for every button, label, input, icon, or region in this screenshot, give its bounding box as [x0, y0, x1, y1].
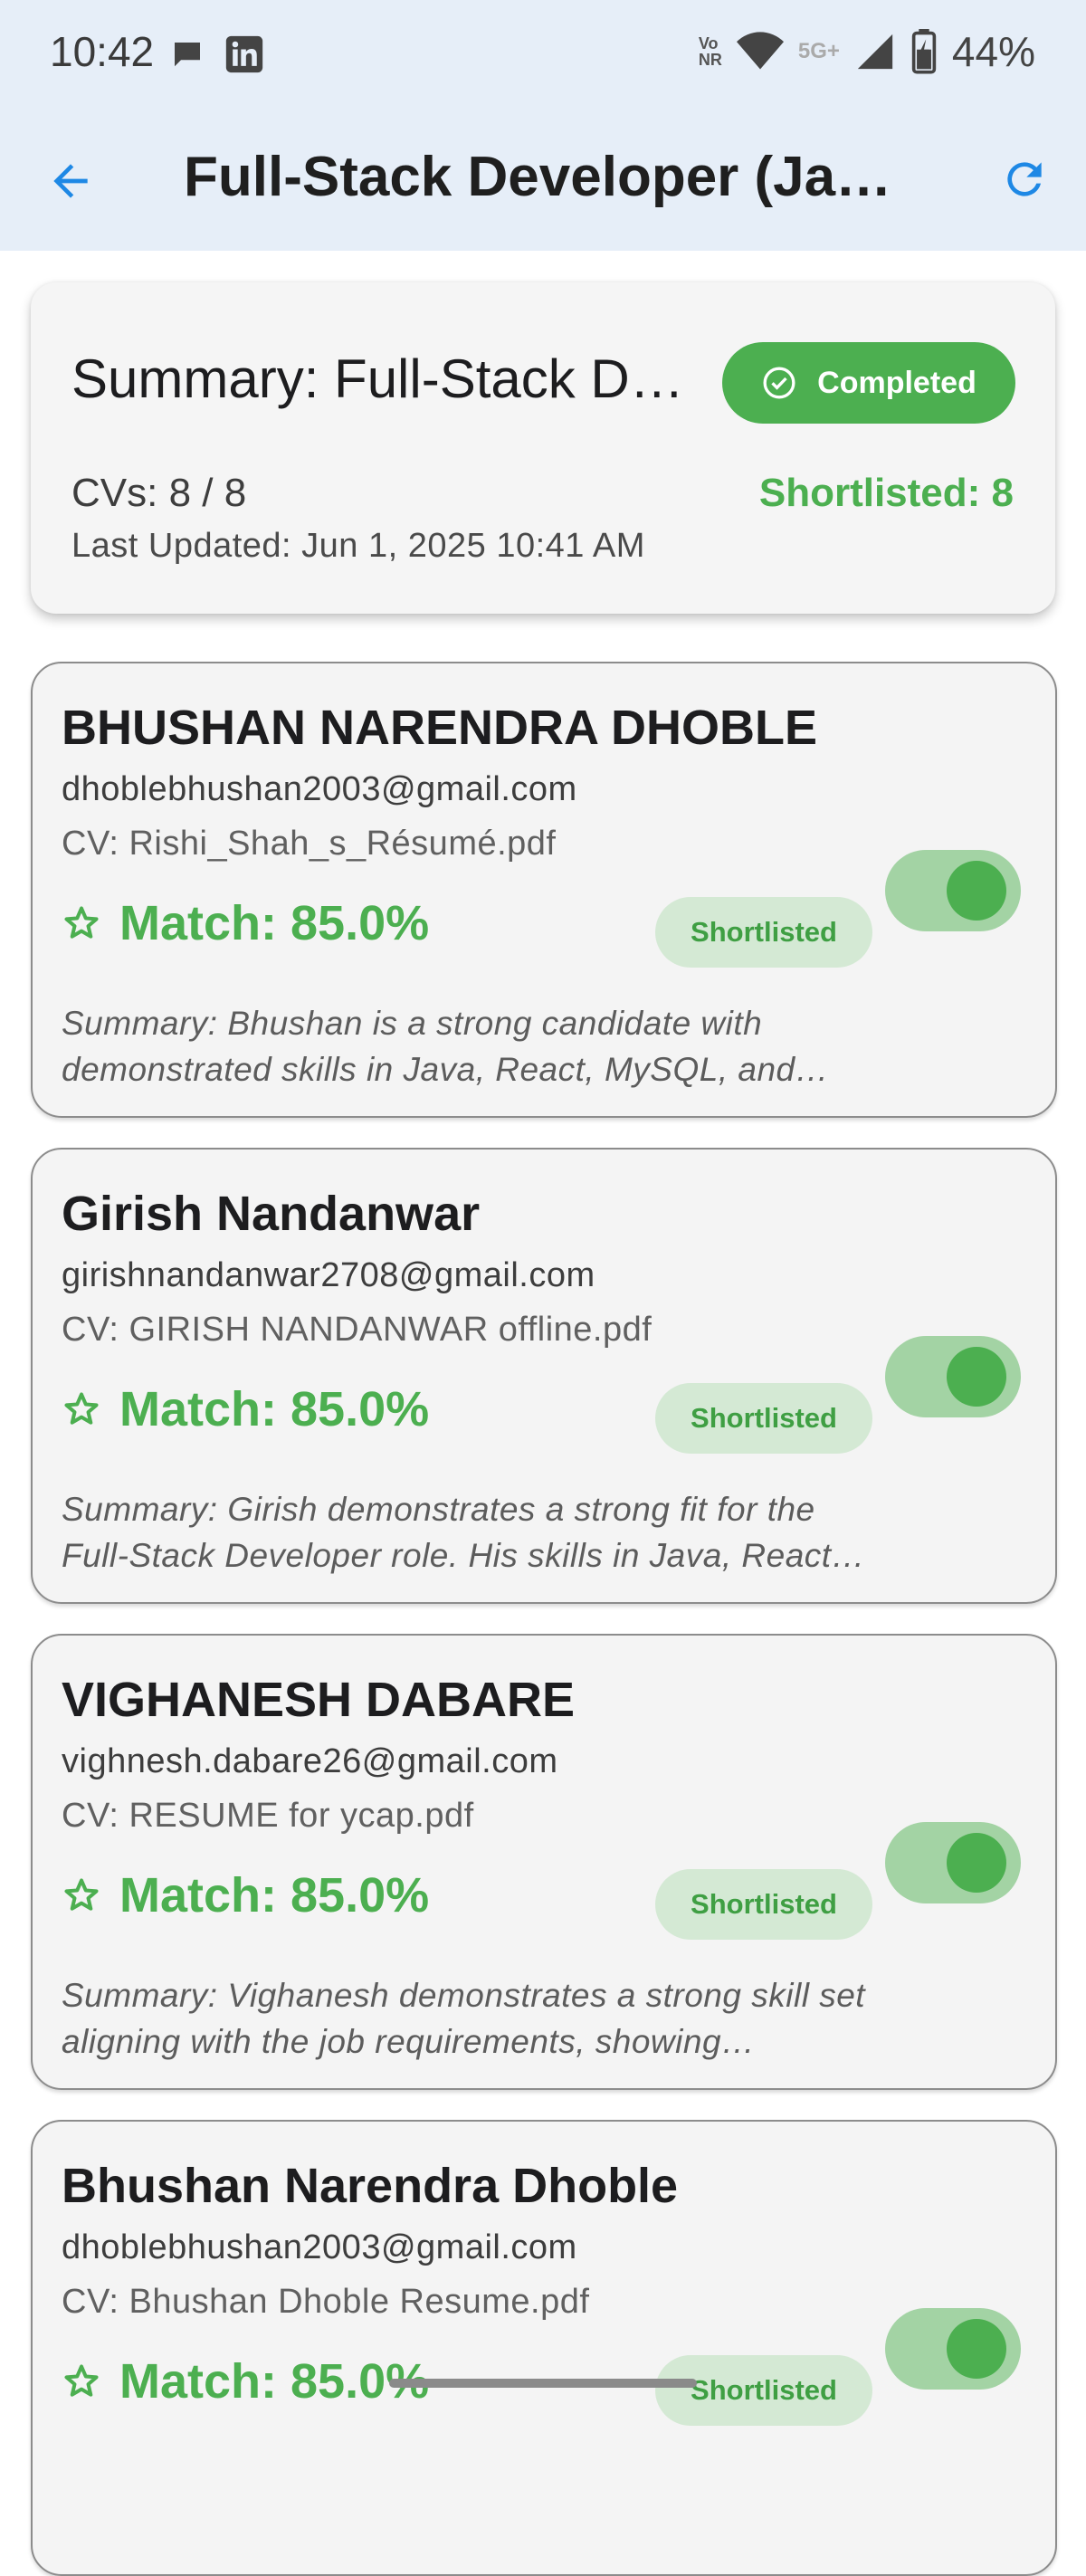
- shortlist-toggle[interactable]: [885, 2308, 1021, 2390]
- candidate-cv-file: CV: GIRISH NANDANWAR offline.pdf: [62, 1311, 653, 1349]
- candidate-name: Bhushan Narendra Dhoble: [62, 2159, 679, 2213]
- match-score: Match: 85.0%: [119, 1868, 430, 1922]
- star-outline-icon: [64, 1878, 99, 1911]
- match-row: Match: 85.0%: [62, 2353, 429, 2409]
- shortlisted-badge: Shortlisted: [655, 1869, 872, 1940]
- match-row: Match: 85.0%: [62, 1867, 429, 1923]
- toggle-thumb: [947, 1347, 1006, 1407]
- candidate-email: girishnandanwar2708@gmail.com: [62, 1256, 595, 1294]
- shortlist-toggle[interactable]: [885, 1822, 1021, 1903]
- candidate-summary: Summary: Vighanesh demonstrates a strong…: [62, 1977, 866, 2060]
- candidate-summary: Summary: Girish demonstrates a strong fi…: [62, 1491, 832, 1574]
- candidate-card[interactable]: Bhushan Narendra Dhoble dhoblebhushan200…: [31, 2120, 1057, 2576]
- candidate-cv-file: CV: Bhushan Dhoble Resume.pdf: [62, 2283, 590, 2321]
- toggle-thumb: [947, 861, 1006, 921]
- shortlisted-badge: Shortlisted: [655, 897, 872, 968]
- candidate-cv-file: CV: Rishi_Shah_s_Résumé.pdf: [62, 825, 557, 863]
- home-indicator[interactable]: [389, 2379, 697, 2388]
- candidate-email: dhoblebhushan2003@gmail.com: [62, 770, 577, 808]
- match-row: Match: 85.0%: [62, 895, 429, 951]
- match-score: Match: 85.0%: [119, 1382, 430, 1436]
- candidate-list: BHUSHAN NARENDRA DHOBLE dhoblebhushan200…: [0, 0, 1086, 2576]
- candidate-email: dhoblebhushan2003@gmail.com: [62, 2228, 577, 2266]
- candidate-card[interactable]: VIGHANESH DABARE vighnesh.dabare26@gmail…: [31, 1634, 1057, 2090]
- shortlist-toggle[interactable]: [885, 850, 1021, 931]
- match-score: Match: 85.0%: [119, 896, 430, 950]
- shortlisted-badge: Shortlisted: [655, 1383, 872, 1454]
- candidate-cv-file: CV: RESUME for ycap.pdf: [62, 1797, 474, 1835]
- toggle-thumb: [947, 2319, 1006, 2379]
- match-row: Match: 85.0%: [62, 1381, 429, 1437]
- toggle-thumb: [947, 1833, 1006, 1893]
- star-outline-icon: [64, 2364, 99, 2397]
- candidate-card[interactable]: Girish Nandanwar girishnandanwar2708@gma…: [31, 1148, 1057, 1604]
- match-score: Match: 85.0%: [119, 2354, 430, 2409]
- star-outline-icon: [64, 1392, 99, 1425]
- shortlist-toggle[interactable]: [885, 1336, 1021, 1417]
- candidate-name: Girish Nandanwar: [62, 1187, 481, 1241]
- candidate-name: VIGHANESH DABARE: [62, 1673, 576, 1727]
- star-outline-icon: [64, 906, 99, 939]
- candidate-name: BHUSHAN NARENDRA DHOBLE: [62, 701, 817, 755]
- shortlisted-badge: Shortlisted: [655, 2355, 872, 2426]
- candidate-email: vighnesh.dabare26@gmail.com: [62, 1742, 558, 1780]
- candidate-summary: Summary: Bhushan is a strong candidate w…: [62, 1005, 795, 1088]
- candidate-card[interactable]: BHUSHAN NARENDRA DHOBLE dhoblebhushan200…: [31, 662, 1057, 1118]
